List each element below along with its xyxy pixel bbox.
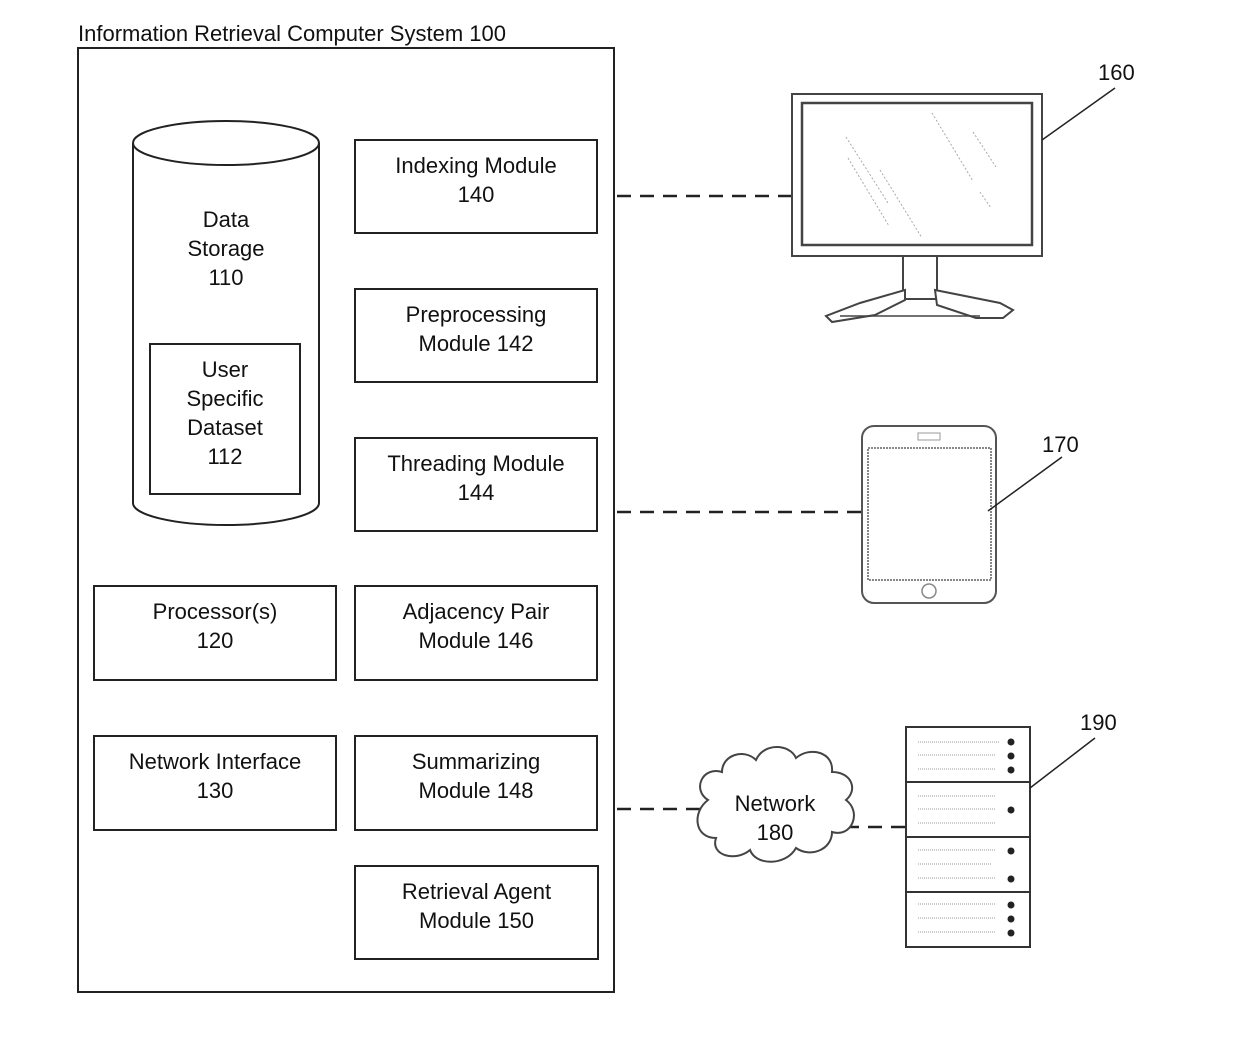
box-line: Threading Module: [387, 451, 565, 476]
box-line: 140: [457, 182, 495, 207]
indexing-module-box: Indexing Module 140: [354, 139, 598, 234]
diagram-graphics: [132, 87, 1116, 948]
tablet-icon: [861, 425, 997, 604]
network-line: 180: [756, 820, 794, 845]
adjacency-pair-module-box: Adjacency Pair Module 146: [354, 585, 598, 681]
processor-box: Processor(s) 120: [93, 585, 337, 681]
box-line: Retrieval Agent: [401, 879, 552, 904]
box-line: Module 150: [419, 908, 534, 933]
user-specific-dataset-box: User Specific Dataset 112: [149, 343, 301, 495]
dataset-line: Specific: [186, 386, 264, 411]
box-line: Indexing Module: [395, 153, 557, 178]
server-ref-label: 190: [1080, 710, 1117, 735]
retrieval-agent-module-box: Retrieval Agent Module 150: [354, 865, 599, 960]
box-line: Module 148: [418, 778, 534, 803]
monitor-ref-label: 160: [1098, 60, 1135, 85]
preprocessing-module-box: Preprocessing Module 142: [354, 288, 598, 383]
box-line: Processor(s): [152, 599, 278, 624]
box-line: Module 146: [418, 628, 534, 653]
box-line: Adjacency Pair: [402, 599, 550, 624]
data-storage-line: Data: [202, 207, 250, 232]
desktop-monitor-icon: [791, 93, 1043, 324]
box-line: 144: [457, 480, 495, 505]
box-line: 130: [196, 778, 234, 803]
network-line: Network: [734, 791, 816, 816]
dataset-line: User: [201, 357, 249, 382]
threading-module-box: Threading Module 144: [354, 437, 598, 532]
data-storage-label: Data Storage 110: [133, 205, 319, 292]
data-storage-line: 110: [208, 265, 244, 290]
box-line: 120: [196, 628, 234, 653]
network-interface-box: Network Interface 130: [93, 735, 337, 831]
summarizing-module-box: Summarizing Module 148: [354, 735, 598, 831]
box-line: Preprocessing: [405, 302, 547, 327]
dataset-line: 112: [207, 444, 243, 469]
dataset-line: Dataset: [187, 415, 263, 440]
server-rack-icon: [905, 726, 1031, 948]
data-storage-line: Storage: [187, 236, 265, 261]
network-label: Network 180: [720, 789, 830, 847]
box-line: Module 142: [418, 331, 534, 356]
box-line: Summarizing: [411, 749, 541, 774]
box-line: Network Interface: [128, 749, 302, 774]
tablet-ref-label: 170: [1042, 432, 1079, 457]
